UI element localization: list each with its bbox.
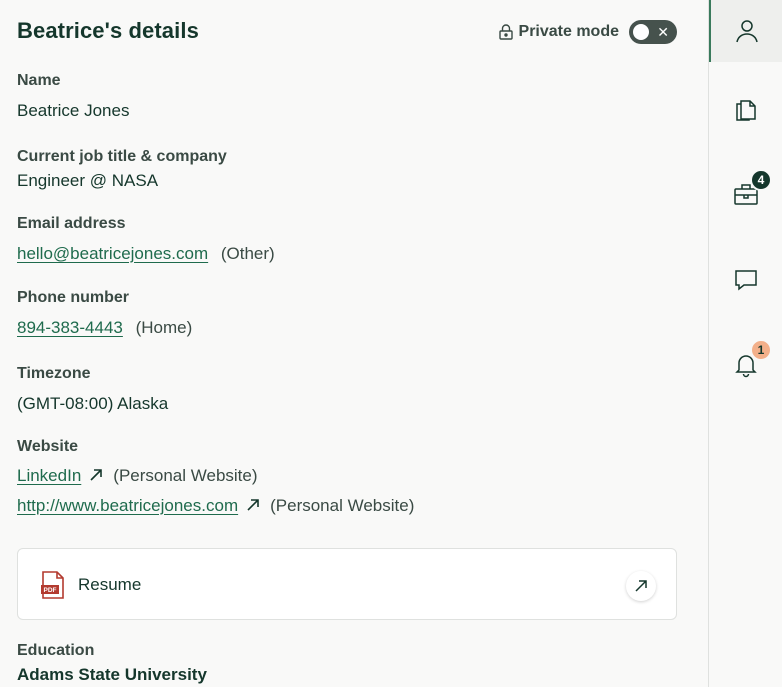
sidebar-item-jobs[interactable] <box>709 163 782 225</box>
private-mode-toggle[interactable]: ✕ <box>629 20 677 44</box>
email-link[interactable]: hello@beatricejones.com <box>17 244 208 263</box>
website-label: Website <box>17 438 79 455</box>
education-label: Education <box>17 642 95 659</box>
personal-website-link[interactable]: http://www.beatricejones.com <box>17 496 238 515</box>
website-type: (Personal Website) <box>113 466 258 485</box>
sidebar-item-details[interactable] <box>709 0 782 62</box>
email-label: Email address <box>17 215 126 232</box>
chat-icon <box>735 270 757 291</box>
pdf-icon: PDF <box>41 571 64 599</box>
external-link-icon <box>635 580 647 592</box>
phone-row: 894-383-4443 (Home) <box>17 318 192 338</box>
private-mode-label: Private mode <box>518 23 619 40</box>
sidebar-item-notifications[interactable] <box>709 334 782 396</box>
phone-type: (Home) <box>135 318 193 337</box>
right-sidebar: 4 1 <box>708 0 782 687</box>
name-value: Beatrice Jones <box>17 101 130 120</box>
toggle-knob <box>633 24 649 40</box>
job-label: Current job title & company <box>17 148 227 165</box>
svg-text:PDF: PDF <box>44 587 57 594</box>
documents-icon <box>736 100 756 121</box>
phone-label: Phone number <box>17 289 130 306</box>
sidebar-item-documents[interactable] <box>709 78 782 140</box>
email-type: (Other) <box>220 244 275 263</box>
private-mode-control: Private mode ✕ <box>497 20 677 44</box>
linkedin-link[interactable]: LinkedIn <box>17 466 81 485</box>
website-row-2: http://www.beatricejones.com (Personal We… <box>17 496 414 516</box>
website-type: (Personal Website) <box>270 496 415 515</box>
resume-card[interactable]: PDF Resume <box>17 548 677 620</box>
timezone-label: Timezone <box>17 365 91 382</box>
name-label: Name <box>17 72 61 89</box>
website-row-1: LinkedIn (Personal Website) <box>17 466 258 486</box>
user-icon <box>736 20 758 43</box>
external-link-icon[interactable] <box>246 498 260 512</box>
resume-label: Resume <box>78 575 142 594</box>
education-school: Adams State University <box>17 665 207 684</box>
candidate-details-panel: Beatrice's details Private mode ✕ Name B… <box>0 0 708 687</box>
close-icon: ✕ <box>657 24 669 40</box>
page-title: Beatrice's details <box>17 18 199 43</box>
jobs-count-badge: 4 <box>750 169 772 191</box>
phone-link[interactable]: 894-383-4443 <box>17 318 123 337</box>
job-value: Engineer @ NASA <box>17 171 159 190</box>
open-resume-button[interactable] <box>626 571 656 601</box>
sidebar-item-messages[interactable] <box>709 249 782 311</box>
external-link-icon[interactable] <box>89 468 103 482</box>
details-header: Beatrice's details Private mode ✕ <box>17 18 677 48</box>
timezone-value: (GMT-08:00) Alaska <box>17 394 169 413</box>
lock-icon <box>498 24 513 40</box>
notifications-count-badge: 1 <box>750 339 772 361</box>
email-row: hello@beatricejones.com (Other) <box>17 244 275 264</box>
